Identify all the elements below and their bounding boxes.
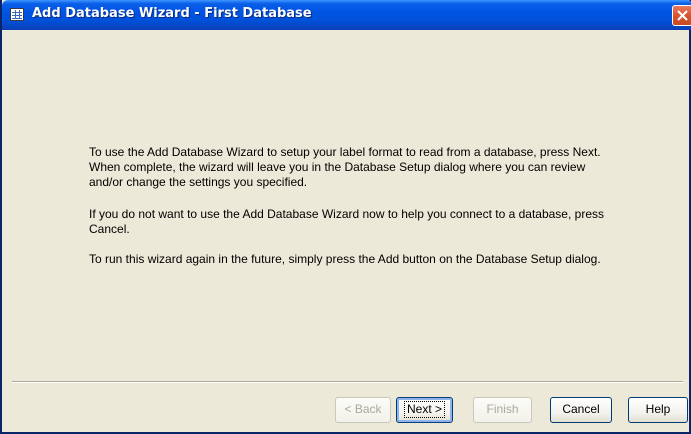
cancel-button-label: Cancel	[562, 402, 600, 416]
help-button-label: Help	[645, 402, 671, 416]
cancel-button[interactable]: Cancel	[550, 397, 612, 423]
back-button-label: < Back	[344, 402, 382, 416]
button-divider	[12, 381, 683, 383]
intro-paragraph: To use the Add Database Wizard to setup …	[89, 145, 601, 189]
finish-button-label: Finish	[486, 402, 519, 416]
window-title: Add Database Wizard - First Database	[32, 6, 312, 21]
table-icon	[10, 8, 24, 21]
wizard-window: Add Database Wizard - First Database To …	[0, 0, 691, 434]
next-button-label: Next >	[403, 401, 445, 418]
help-button[interactable]: Help	[628, 397, 688, 423]
close-button[interactable]	[672, 5, 691, 26]
next-button[interactable]: Next >	[396, 397, 453, 423]
rerun-paragraph: To run this wizard again in the future, …	[89, 252, 601, 266]
cancel-paragraph: If you do not want to use the Add Databa…	[89, 207, 604, 236]
finish-button[interactable]: Finish	[473, 397, 532, 423]
title-bar[interactable]: Add Database Wizard - First Database	[2, 0, 691, 30]
back-button[interactable]: < Back	[335, 397, 391, 423]
close-icon	[677, 10, 688, 21]
wizard-content: To use the Add Database Wizard to setup …	[4, 30, 691, 380]
